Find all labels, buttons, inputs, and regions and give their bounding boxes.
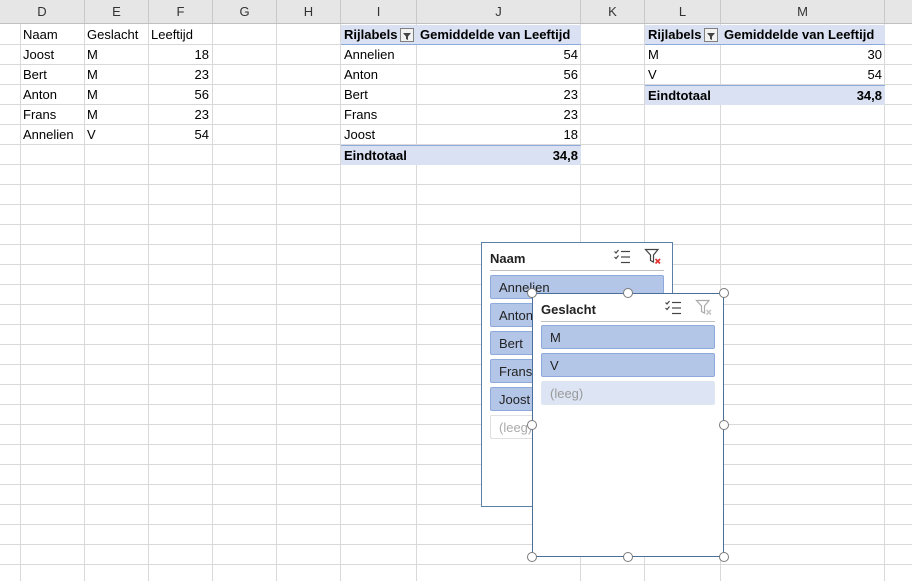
grid-line (0, 464, 912, 465)
pivot1-row-label[interactable]: Joost (341, 125, 417, 145)
column-header-i[interactable]: I (341, 0, 417, 24)
pivot1-row-value[interactable]: 23 (417, 85, 581, 105)
grid-line (0, 224, 912, 225)
resize-handle[interactable] (527, 552, 537, 562)
multi-select-icon[interactable] (613, 248, 631, 266)
grid-line (0, 304, 912, 305)
cell-naam[interactable]: Annelien (20, 125, 84, 145)
grid-line (0, 344, 912, 345)
grid-line (0, 484, 912, 485)
grid-line (0, 184, 912, 185)
pivot2-row-label[interactable]: M (645, 45, 721, 65)
column-header-j[interactable]: J (417, 0, 581, 24)
pivot1-row-label[interactable]: Annelien (341, 45, 417, 65)
grid-line (0, 244, 912, 245)
cell-geslacht[interactable]: M (84, 45, 148, 65)
cell-leeftijd[interactable]: 23 (148, 105, 212, 125)
grid-line (0, 564, 912, 565)
spreadsheet-grid[interactable]: D E F G H I J K L M Naam Geslacht Leefti… (0, 0, 912, 581)
grid-line (0, 504, 912, 505)
resize-handle[interactable] (719, 420, 729, 430)
resize-handle[interactable] (623, 552, 633, 562)
column-header-f[interactable]: F (149, 0, 213, 24)
grid-line (0, 264, 912, 265)
pivot2-row-value[interactable]: 54 (721, 65, 885, 85)
multi-select-icon[interactable] (664, 299, 682, 317)
grid-line (0, 204, 912, 205)
grid-line (0, 524, 912, 525)
slicer-divider (541, 321, 715, 322)
column-header-m[interactable]: M (721, 0, 885, 24)
pivot1-row-label[interactable]: Bert (341, 85, 417, 105)
slicer-item[interactable]: M (541, 325, 715, 349)
cell-geslacht[interactable]: M (84, 105, 148, 125)
cell-leeftijd[interactable]: 56 (148, 85, 212, 105)
pivot2-row-label[interactable]: V (645, 65, 721, 85)
column-header-e[interactable]: E (85, 0, 149, 24)
grid-line (0, 444, 912, 445)
pivot2-row-value[interactable]: 30 (721, 45, 885, 65)
column-header-d[interactable]: D (0, 0, 85, 24)
cell-leeftijd[interactable]: 23 (148, 65, 212, 85)
resize-handle[interactable] (527, 288, 537, 298)
grid-line (0, 324, 912, 325)
grid-line (0, 384, 912, 385)
grid-line (0, 284, 912, 285)
cell-header-naam[interactable]: Naam (20, 25, 84, 45)
column-header-h[interactable]: H (277, 0, 341, 24)
clear-filter-icon[interactable] (695, 299, 713, 317)
grid-line (276, 24, 277, 581)
cell-geslacht[interactable]: M (84, 85, 148, 105)
cell-leeftijd[interactable]: 54 (148, 125, 212, 145)
cell-geslacht[interactable]: V (84, 125, 148, 145)
resize-handle[interactable] (719, 288, 729, 298)
grid-line (212, 24, 213, 581)
grid-line (0, 404, 912, 405)
cell-header-leeftijd[interactable]: Leeftijd (148, 25, 212, 45)
pivot1-value-header[interactable]: Gemiddelde van Leeftijd (417, 25, 581, 45)
pivot2-value-header[interactable]: Gemiddelde van Leeftijd (721, 25, 885, 45)
column-header-l[interactable]: L (645, 0, 721, 24)
resize-handle[interactable] (719, 552, 729, 562)
resize-handle[interactable] (527, 420, 537, 430)
slicer-divider (490, 270, 664, 271)
slicer-item[interactable]: V (541, 353, 715, 377)
resize-handle[interactable] (623, 288, 633, 298)
grid-line (0, 544, 912, 545)
pivot1-total-label[interactable]: Eindtotaal (341, 145, 417, 165)
cell-header-geslacht[interactable]: Geslacht (84, 25, 148, 45)
pivot1-row-value[interactable]: 18 (417, 125, 581, 145)
grid-line (0, 424, 912, 425)
cell-leeftijd[interactable]: 18 (148, 45, 212, 65)
cell-naam[interactable]: Frans (20, 105, 84, 125)
slicer-title: Geslacht (541, 302, 596, 317)
column-header-k[interactable]: K (581, 0, 645, 24)
filter-dropdown-icon[interactable] (704, 28, 718, 42)
slicer-geslacht[interactable]: Geslacht M V (leeg) (532, 293, 724, 557)
pivot1-row-label[interactable]: Anton (341, 65, 417, 85)
cell-naam[interactable]: Bert (20, 65, 84, 85)
pivot1-row-value[interactable]: 23 (417, 105, 581, 125)
pivot1-total-value[interactable]: 34,8 (417, 145, 581, 165)
slicer-title: Naam (490, 251, 526, 266)
grid-line (0, 364, 912, 365)
cell-naam[interactable]: Anton (20, 85, 84, 105)
pivot2-total-label[interactable]: Eindtotaal (645, 85, 721, 105)
column-header-n[interactable] (885, 0, 912, 24)
pivot1-row-value[interactable]: 54 (417, 45, 581, 65)
grid-line (884, 24, 885, 581)
column-header-g[interactable]: G (213, 0, 277, 24)
clear-filter-icon[interactable] (644, 248, 662, 266)
cell-geslacht[interactable]: M (84, 65, 148, 85)
slicer-item-empty[interactable]: (leeg) (541, 381, 715, 405)
pivot1-row-label[interactable]: Frans (341, 105, 417, 125)
filter-dropdown-icon[interactable] (400, 28, 414, 42)
cell-naam[interactable]: Joost (20, 45, 84, 65)
pivot2-total-value[interactable]: 34,8 (721, 85, 885, 105)
pivot1-row-value[interactable]: 56 (417, 65, 581, 85)
